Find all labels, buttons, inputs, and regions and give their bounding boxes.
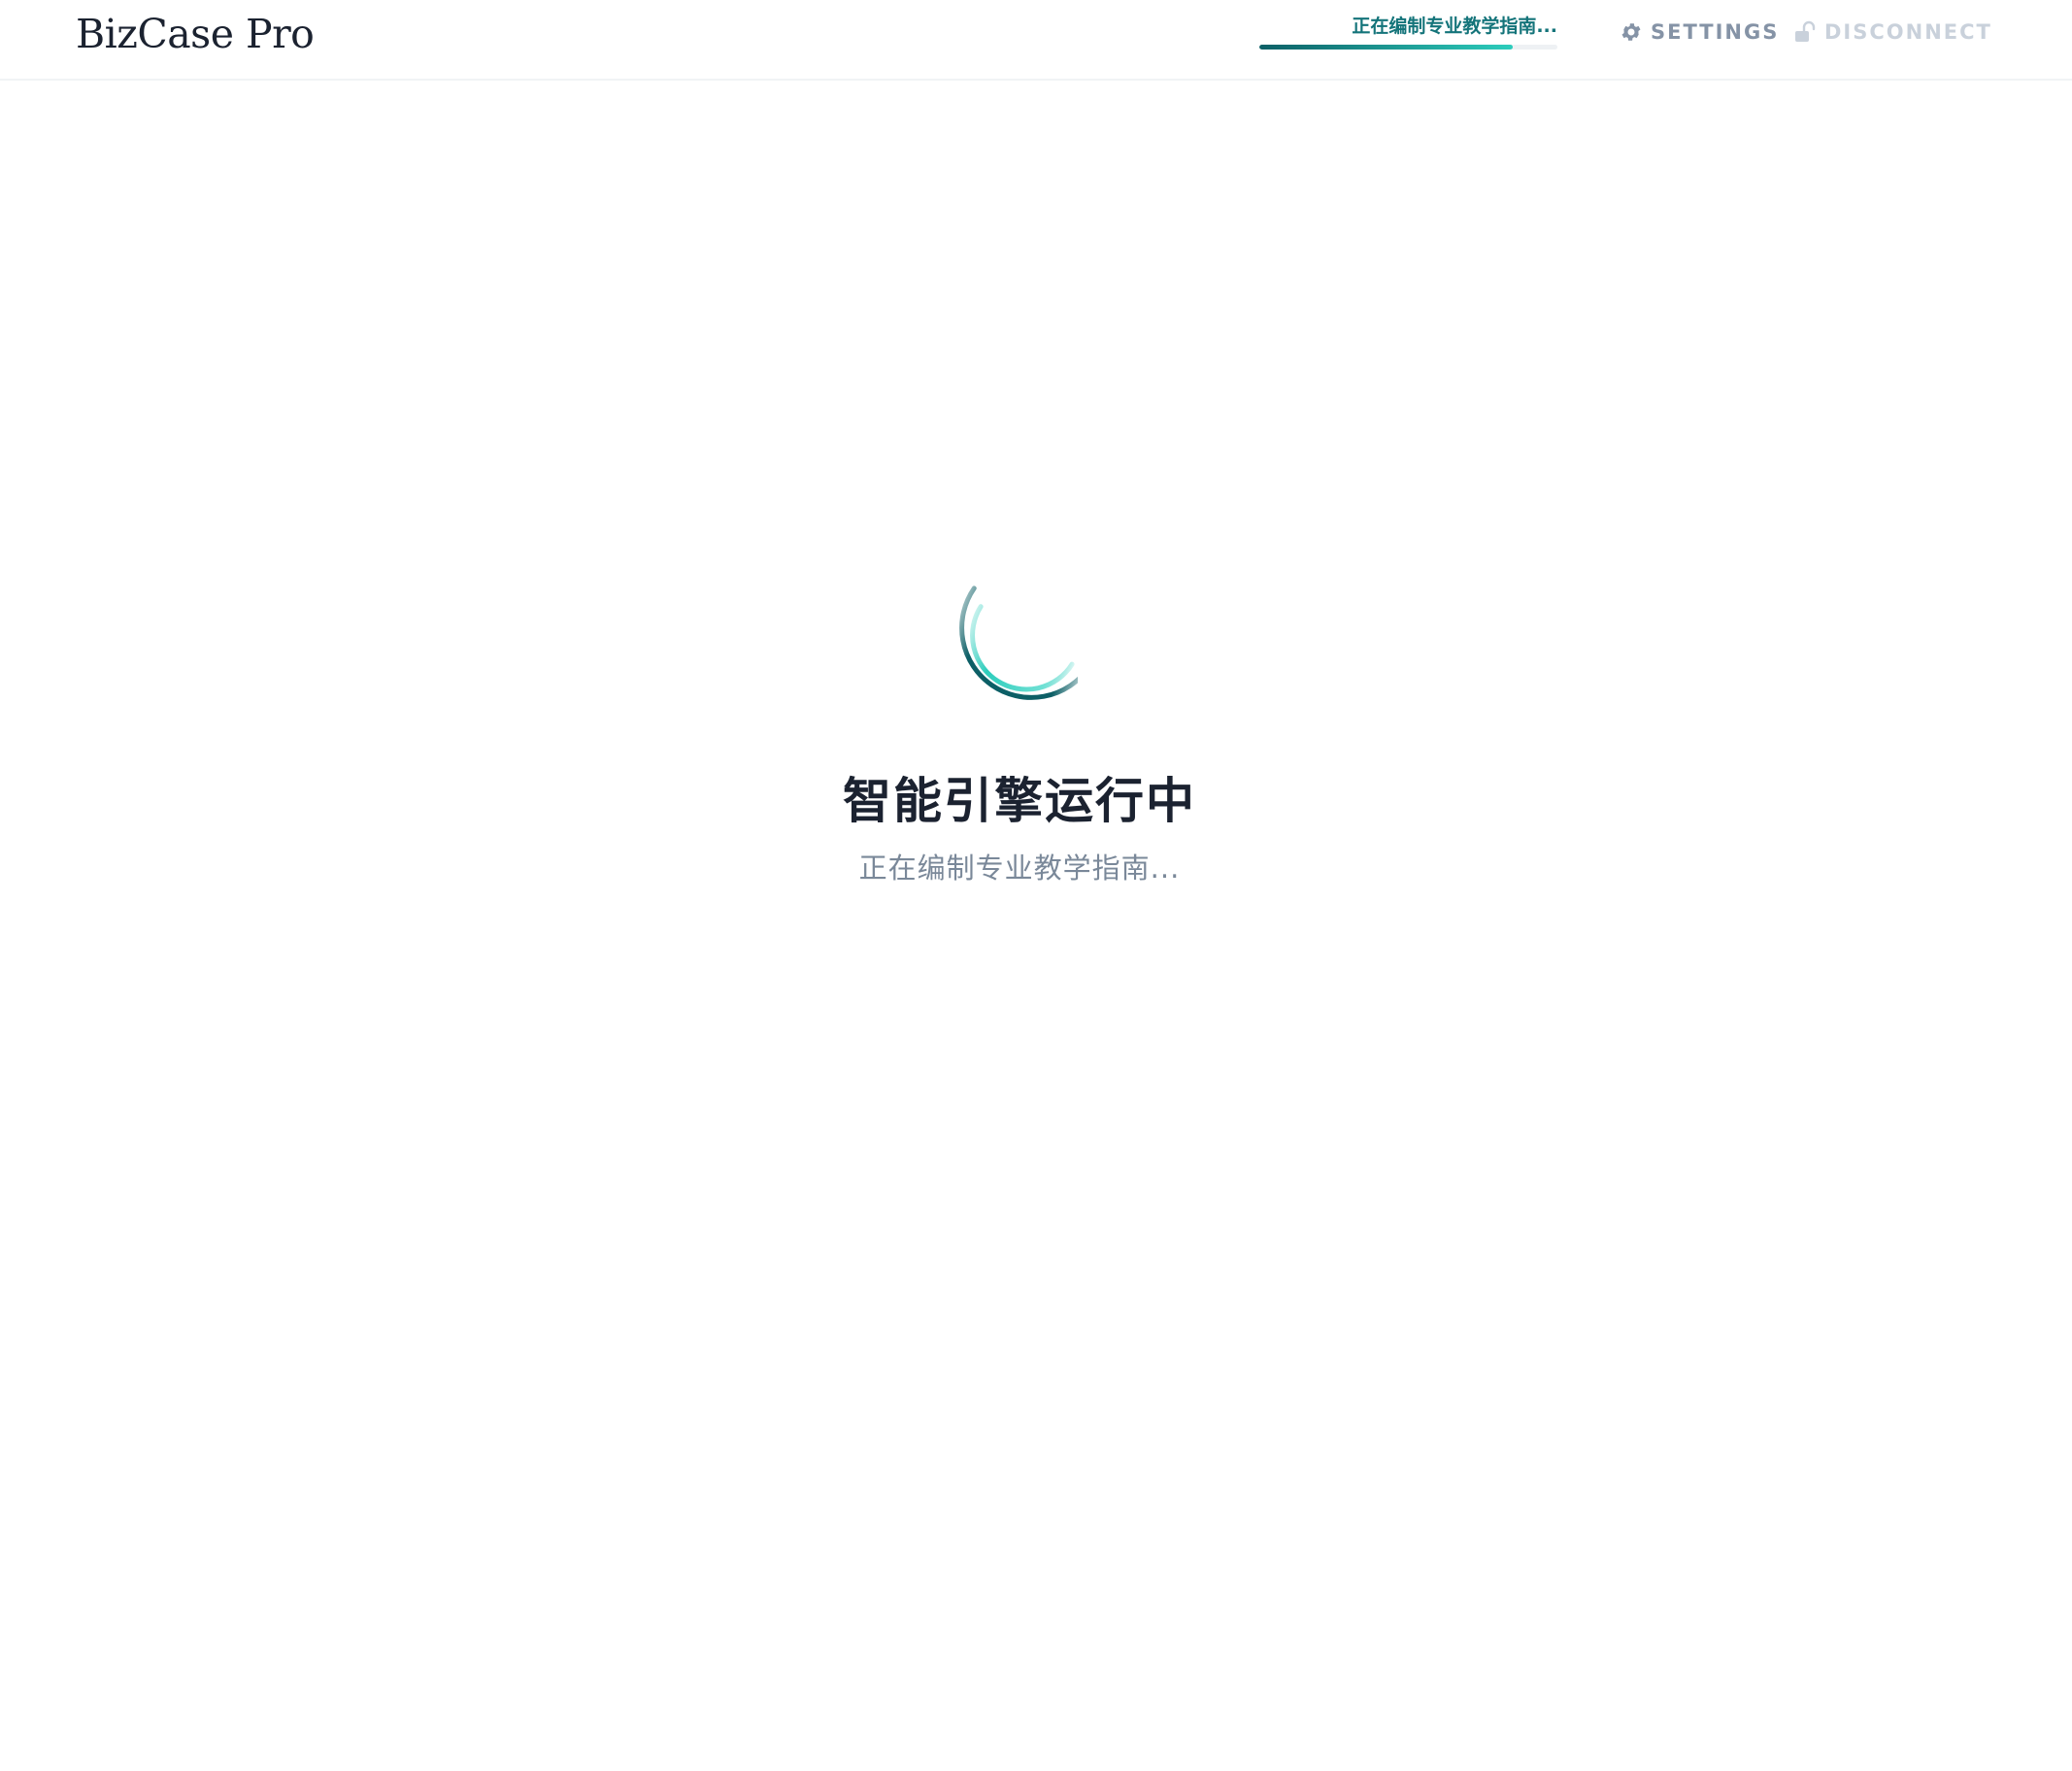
disconnect-label: DISCONNECT [1824, 20, 1992, 44]
page-title: 智能引擎运行中 [843, 772, 1196, 829]
progress-fill [1259, 45, 1513, 50]
progress-label: 正在编制专业教学指南... [1352, 16, 1557, 37]
loading-spinner [932, 563, 1091, 709]
app-logo[interactable]: BizCase Pro [76, 8, 315, 61]
top-bar: BizCase Pro 正在编制专业教学指南... SETTINGS DISCO… [0, 0, 2072, 81]
settings-button[interactable]: SETTINGS [1620, 17, 1779, 47]
progress-track [1259, 45, 1557, 50]
spinner-icon [959, 585, 1091, 700]
status-message: 正在编制专业教学指南... [858, 852, 1181, 885]
settings-label: SETTINGS [1651, 20, 1780, 44]
disconnect-button[interactable]: DISCONNECT [1793, 17, 1992, 47]
unlock-icon [1793, 20, 1817, 44]
gear-icon [1620, 20, 1643, 44]
generation-progress: 正在编制专业教学指南... [1259, 14, 1557, 52]
